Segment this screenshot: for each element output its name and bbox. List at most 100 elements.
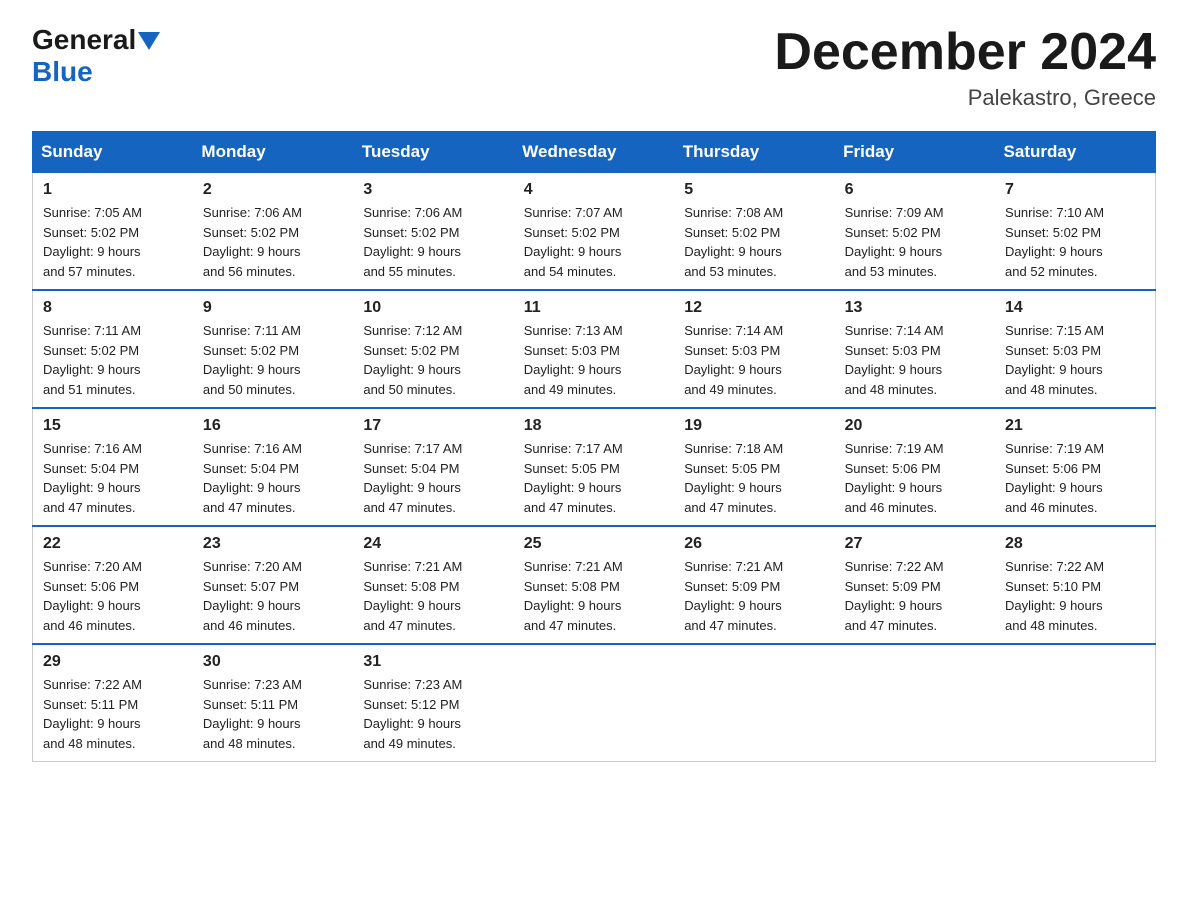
- day-number: 1: [43, 181, 183, 199]
- day-number: 15: [43, 417, 183, 435]
- day-number: 13: [845, 299, 985, 317]
- day-number: 5: [684, 181, 824, 199]
- day-info: Sunrise: 7:22 AMSunset: 5:11 PMDaylight:…: [43, 675, 183, 753]
- day-number: 28: [1005, 535, 1145, 553]
- calendar-week-row: 29 Sunrise: 7:22 AMSunset: 5:11 PMDayligh…: [33, 644, 1156, 762]
- calendar-cell: 3Sunrise: 7:06 AMSunset: 5:02 PMDaylight…: [353, 173, 513, 291]
- day-number: 26: [684, 535, 824, 553]
- day-number: 31: [363, 653, 503, 671]
- day-number: 8: [43, 299, 183, 317]
- calendar-week-row: 8 Sunrise: 7:11 AMSunset: 5:02 PMDaylight…: [33, 290, 1156, 408]
- day-info: Sunrise: 7:06 AMSunset: 5:02 PMDaylight:…: [203, 203, 343, 281]
- day-info: Sunrise: 7:17 AMSunset: 5:04 PMDaylight:…: [363, 439, 503, 517]
- calendar-cell: 16Sunrise: 7:16 AMSunset: 5:04 PMDayligh…: [193, 408, 353, 526]
- calendar-week-row: 22Sunrise: 7:20 AMSunset: 5:06 PMDayligh…: [33, 526, 1156, 644]
- calendar-cell: 21Sunrise: 7:19 AMSunset: 5:06 PMDayligh…: [995, 408, 1155, 526]
- day-info: Sunrise: 7:21 AMSunset: 5:08 PMDaylight:…: [363, 557, 503, 635]
- month-title: December 2024: [774, 24, 1156, 81]
- calendar-cell: 4 Sunrise: 7:07 AMSunset: 5:02 PMDaylight…: [514, 173, 674, 291]
- day-number: 4: [524, 181, 664, 199]
- column-header-sunday: Sunday: [33, 132, 193, 173]
- calendar-cell: 24 Sunrise: 7:21 AMSunset: 5:08 PMDayligh…: [353, 526, 513, 644]
- day-info: Sunrise: 7:19 AMSunset: 5:06 PMDaylight:…: [1005, 439, 1145, 517]
- day-info: Sunrise: 7:11 AMSunset: 5:02 PMDaylight:…: [43, 321, 183, 399]
- day-info: Sunrise: 7:23 AMSunset: 5:12 PMDaylight:…: [363, 675, 503, 753]
- calendar-cell: 5 Sunrise: 7:08 AMSunset: 5:02 PMDaylight…: [674, 173, 834, 291]
- calendar-cell: 10Sunrise: 7:12 AMSunset: 5:02 PMDayligh…: [353, 290, 513, 408]
- day-info: Sunrise: 7:08 AMSunset: 5:02 PMDaylight:…: [684, 203, 824, 281]
- day-number: 23: [203, 535, 343, 553]
- day-info: Sunrise: 7:21 AMSunset: 5:09 PMDaylight:…: [684, 557, 824, 635]
- day-info: Sunrise: 7:10 AMSunset: 5:02 PMDaylight:…: [1005, 203, 1145, 281]
- calendar-cell: 12 Sunrise: 7:14 AMSunset: 5:03 PMDayligh…: [674, 290, 834, 408]
- day-info: Sunrise: 7:06 AMSunset: 5:02 PMDaylight:…: [363, 203, 503, 281]
- day-number: 7: [1005, 181, 1145, 199]
- day-number: 24: [363, 535, 503, 553]
- logo-general-text: General: [32, 24, 136, 56]
- calendar-cell: 6Sunrise: 7:09 AMSunset: 5:02 PMDaylight…: [835, 173, 995, 291]
- day-info: Sunrise: 7:07 AMSunset: 5:02 PMDaylight:…: [524, 203, 664, 281]
- day-info: Sunrise: 7:22 AMSunset: 5:10 PMDaylight:…: [1005, 557, 1145, 635]
- day-number: 22: [43, 535, 183, 553]
- day-info: Sunrise: 7:21 AMSunset: 5:08 PMDaylight:…: [524, 557, 664, 635]
- day-info: Sunrise: 7:14 AMSunset: 5:03 PMDaylight:…: [684, 321, 824, 399]
- day-info: Sunrise: 7:15 AMSunset: 5:03 PMDaylight:…: [1005, 321, 1145, 399]
- calendar-cell: 14 Sunrise: 7:15 AMSunset: 5:03 PMDayligh…: [995, 290, 1155, 408]
- calendar-cell: [674, 644, 834, 762]
- day-number: 25: [524, 535, 664, 553]
- day-number: 12: [684, 299, 824, 317]
- calendar-cell: 9 Sunrise: 7:11 AMSunset: 5:02 PMDaylight…: [193, 290, 353, 408]
- column-header-saturday: Saturday: [995, 132, 1155, 173]
- day-number: 17: [363, 417, 503, 435]
- calendar-table: SundayMondayTuesdayWednesdayThursdayFrid…: [32, 131, 1156, 762]
- column-header-thursday: Thursday: [674, 132, 834, 173]
- day-info: Sunrise: 7:17 AMSunset: 5:05 PMDaylight:…: [524, 439, 664, 517]
- location-label: Palekastro, Greece: [774, 85, 1156, 111]
- calendar-cell: 11 Sunrise: 7:13 AMSunset: 5:03 PMDayligh…: [514, 290, 674, 408]
- day-info: Sunrise: 7:23 AMSunset: 5:11 PMDaylight:…: [203, 675, 343, 753]
- column-header-monday: Monday: [193, 132, 353, 173]
- day-number: 14: [1005, 299, 1145, 317]
- calendar-cell: 15 Sunrise: 7:16 AMSunset: 5:04 PMDayligh…: [33, 408, 193, 526]
- day-number: 2: [203, 181, 343, 199]
- logo-blue-text: Blue: [32, 56, 93, 88]
- day-number: 9: [203, 299, 343, 317]
- day-number: 29: [43, 653, 183, 671]
- calendar-cell: 26 Sunrise: 7:21 AMSunset: 5:09 PMDayligh…: [674, 526, 834, 644]
- page-header: General Blue December 2024 Palekastro, G…: [32, 24, 1156, 111]
- calendar-header-row: SundayMondayTuesdayWednesdayThursdayFrid…: [33, 132, 1156, 173]
- calendar-cell: 31 Sunrise: 7:23 AMSunset: 5:12 PMDayligh…: [353, 644, 513, 762]
- day-info: Sunrise: 7:16 AMSunset: 5:04 PMDaylight:…: [43, 439, 183, 517]
- logo-triangle-icon: [138, 32, 160, 50]
- calendar-cell: 7 Sunrise: 7:10 AMSunset: 5:02 PMDaylight…: [995, 173, 1155, 291]
- calendar-cell: [995, 644, 1155, 762]
- day-info: Sunrise: 7:19 AMSunset: 5:06 PMDaylight:…: [845, 439, 985, 517]
- logo: General Blue: [32, 24, 160, 88]
- calendar-cell: 18 Sunrise: 7:17 AMSunset: 5:05 PMDayligh…: [514, 408, 674, 526]
- day-number: 27: [845, 535, 985, 553]
- calendar-cell: [835, 644, 995, 762]
- calendar-cell: 1 Sunrise: 7:05 AMSunset: 5:02 PMDaylight…: [33, 173, 193, 291]
- title-area: December 2024 Palekastro, Greece: [774, 24, 1156, 111]
- calendar-cell: 13 Sunrise: 7:14 AMSunset: 5:03 PMDayligh…: [835, 290, 995, 408]
- column-header-tuesday: Tuesday: [353, 132, 513, 173]
- calendar-cell: 28 Sunrise: 7:22 AMSunset: 5:10 PMDayligh…: [995, 526, 1155, 644]
- calendar-cell: 25 Sunrise: 7:21 AMSunset: 5:08 PMDayligh…: [514, 526, 674, 644]
- day-number: 11: [524, 299, 664, 317]
- day-number: 16: [203, 417, 343, 435]
- calendar-cell: 27Sunrise: 7:22 AMSunset: 5:09 PMDayligh…: [835, 526, 995, 644]
- day-info: Sunrise: 7:09 AMSunset: 5:02 PMDaylight:…: [845, 203, 985, 281]
- day-info: Sunrise: 7:05 AMSunset: 5:02 PMDaylight:…: [43, 203, 183, 281]
- day-number: 19: [684, 417, 824, 435]
- calendar-week-row: 15 Sunrise: 7:16 AMSunset: 5:04 PMDayligh…: [33, 408, 1156, 526]
- day-info: Sunrise: 7:12 AMSunset: 5:02 PMDaylight:…: [363, 321, 503, 399]
- day-number: 18: [524, 417, 664, 435]
- day-info: Sunrise: 7:14 AMSunset: 5:03 PMDaylight:…: [845, 321, 985, 399]
- calendar-cell: 29 Sunrise: 7:22 AMSunset: 5:11 PMDayligh…: [33, 644, 193, 762]
- calendar-cell: 20Sunrise: 7:19 AMSunset: 5:06 PMDayligh…: [835, 408, 995, 526]
- day-info: Sunrise: 7:11 AMSunset: 5:02 PMDaylight:…: [203, 321, 343, 399]
- calendar-week-row: 1 Sunrise: 7:05 AMSunset: 5:02 PMDaylight…: [33, 173, 1156, 291]
- day-info: Sunrise: 7:13 AMSunset: 5:03 PMDaylight:…: [524, 321, 664, 399]
- day-info: Sunrise: 7:18 AMSunset: 5:05 PMDaylight:…: [684, 439, 824, 517]
- calendar-cell: 30Sunrise: 7:23 AMSunset: 5:11 PMDayligh…: [193, 644, 353, 762]
